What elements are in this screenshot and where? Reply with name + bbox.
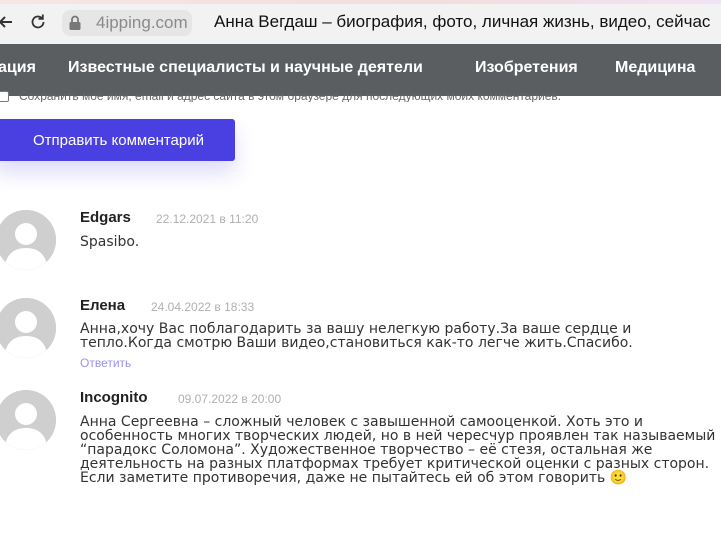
toolbar-accent [0,0,721,4]
nav-item-specialists[interactable]: Известные специалисты и научные деятели [68,59,423,77]
nav-item-medicine[interactable]: Медицина [615,59,695,77]
consent-checkbox[interactable] [0,91,9,102]
comment-text: Spasibo. [80,234,140,250]
reply-link[interactable]: Ответить [80,356,131,370]
consent-label: Сохранить моё имя, email и адрес сайта в… [19,89,562,102]
browser-toolbar: 4ipping.com Анна Вегдаш – биография, фот… [0,0,721,45]
lock-icon [69,15,81,30]
comment-author: Incognito [80,389,148,406]
comment-text: Анна Сергеевна – сложный человек с завыш… [80,414,716,486]
comment-author: Елена [80,297,126,314]
arrow-left-icon [0,16,12,28]
avatar [0,298,56,358]
avatar [0,210,56,270]
consent-row: Сохранить моё имя, email и адрес сайта в… [0,88,721,102]
back-button[interactable] [0,10,18,34]
reload-icon [31,14,45,29]
nav-item-inventions[interactable]: Изобретения [475,59,578,77]
nav-item-partial[interactable]: ация [0,59,36,77]
comment-author: Edgars [80,209,131,226]
comment-date: 24.04.2022 в 18:33 [151,300,255,314]
user-silhouette-icon [0,298,56,358]
comment-text: Анна,хочу Вас поблагодарить за вашу неле… [80,321,633,351]
page-title: Анна Вегдаш – биография, фото, личная жи… [214,12,711,31]
comment-date: 22.12.2021 в 11:20 [156,212,259,226]
address-bar[interactable]: 4ipping.com [62,10,192,36]
submit-comment-button[interactable]: Отправить комментарий [0,119,235,161]
avatar [0,390,56,450]
user-silhouette-icon [0,390,56,450]
reload-button[interactable] [26,10,50,34]
user-silhouette-icon [0,210,56,270]
comment-date: 09.07.2022 в 20:00 [178,392,282,406]
address-domain: 4ipping.com [96,13,188,32]
